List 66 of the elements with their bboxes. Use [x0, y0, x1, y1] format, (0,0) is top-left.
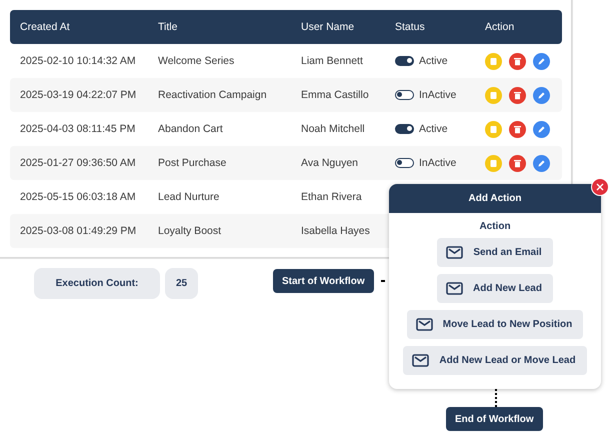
table-cell-text: 2025-02-10 10:14:32 AM — [20, 55, 137, 67]
edit-button[interactable] — [533, 154, 550, 172]
status-toggle[interactable] — [395, 90, 414, 100]
table-cell-text: Liam Bennett — [301, 55, 364, 67]
table-cell-text: Lead Nurture — [158, 191, 220, 203]
close-icon[interactable] — [591, 178, 609, 196]
action-option[interactable]: Add New Lead — [437, 274, 553, 303]
delete-button[interactable] — [509, 154, 526, 172]
status-label: InActive — [419, 89, 456, 101]
table-cell-text: Isabella Hayes — [301, 225, 371, 237]
status-label: InActive — [419, 157, 456, 169]
copy-icon — [489, 56, 498, 66]
status-toggle[interactable] — [395, 56, 414, 66]
trash-icon — [513, 56, 522, 66]
trash-icon — [513, 158, 522, 168]
mail-icon — [416, 318, 433, 331]
status-toggle[interactable] — [395, 158, 414, 168]
table-cell-text: Reactivation Campaign — [158, 89, 268, 101]
workflow-end-node[interactable]: End of Workflow — [446, 407, 543, 431]
popup-title: Add Action — [389, 184, 601, 213]
table-cell-text: 2025-03-08 01:49:29 PM — [20, 225, 138, 237]
mail-icon — [412, 354, 430, 367]
status-label: Active — [419, 123, 448, 135]
table-cell-text: Loyalty Boost — [158, 225, 222, 237]
status-toggle[interactable] — [395, 124, 414, 134]
edit-button[interactable] — [533, 120, 550, 138]
pencil-icon — [537, 90, 546, 100]
table-cell-text: Abandon Cart — [158, 123, 224, 135]
action-option[interactable]: Add New Lead or Move Lead — [403, 346, 587, 375]
copy-icon — [489, 158, 498, 168]
table-cell-text: 2025-05-15 06:03:18 AM — [20, 191, 137, 203]
trash-icon — [513, 124, 522, 134]
action-option[interactable]: Send an Email — [437, 238, 553, 267]
section-label: Action — [478, 221, 512, 232]
delete-button[interactable] — [509, 86, 526, 104]
table-cell-text: 2025-04-03 08:11:45 PM — [20, 123, 136, 135]
table-cell-text: 2025-03-19 04:22:07 PM — [20, 89, 138, 101]
mail-icon — [446, 282, 464, 295]
delete-button[interactable] — [509, 52, 526, 70]
workflow-start-node[interactable]: Start of Workflow — [273, 269, 374, 293]
table-cell-text: Emma Castillo — [301, 89, 370, 101]
pencil-icon — [537, 56, 546, 66]
pencil-icon — [537, 124, 546, 134]
column-header: Status — [395, 21, 426, 33]
status-label: Active — [419, 55, 448, 67]
table-cell-text: 2025-01-27 09:36:50 AM — [20, 157, 137, 169]
trash-icon — [513, 90, 522, 100]
column-header: User Name — [301, 21, 356, 33]
table-cell-text: Ethan Rivera — [301, 191, 363, 203]
copy-icon — [489, 90, 498, 100]
table-cell-text: Ava Nguyen — [301, 157, 360, 169]
copy-icon — [489, 124, 498, 134]
pencil-icon — [537, 158, 546, 168]
delete-button[interactable] — [509, 120, 526, 138]
table-cell-text: Post Purchase — [158, 157, 228, 169]
action-option[interactable]: Move Lead to New Position — [406, 310, 584, 339]
column-header: Action — [485, 21, 516, 33]
column-header: Title — [158, 21, 178, 33]
edit-button[interactable] — [533, 86, 550, 104]
edit-button[interactable] — [533, 52, 550, 70]
execution-count-value: 25 — [165, 268, 198, 299]
mail-icon — [446, 246, 464, 259]
table-cell-text: Noah Mitchell — [301, 123, 366, 135]
column-header: Created At — [20, 21, 71, 33]
execution-count-label: Execution Count: — [34, 268, 160, 299]
table-cell-text: Welcome Series — [158, 55, 236, 67]
